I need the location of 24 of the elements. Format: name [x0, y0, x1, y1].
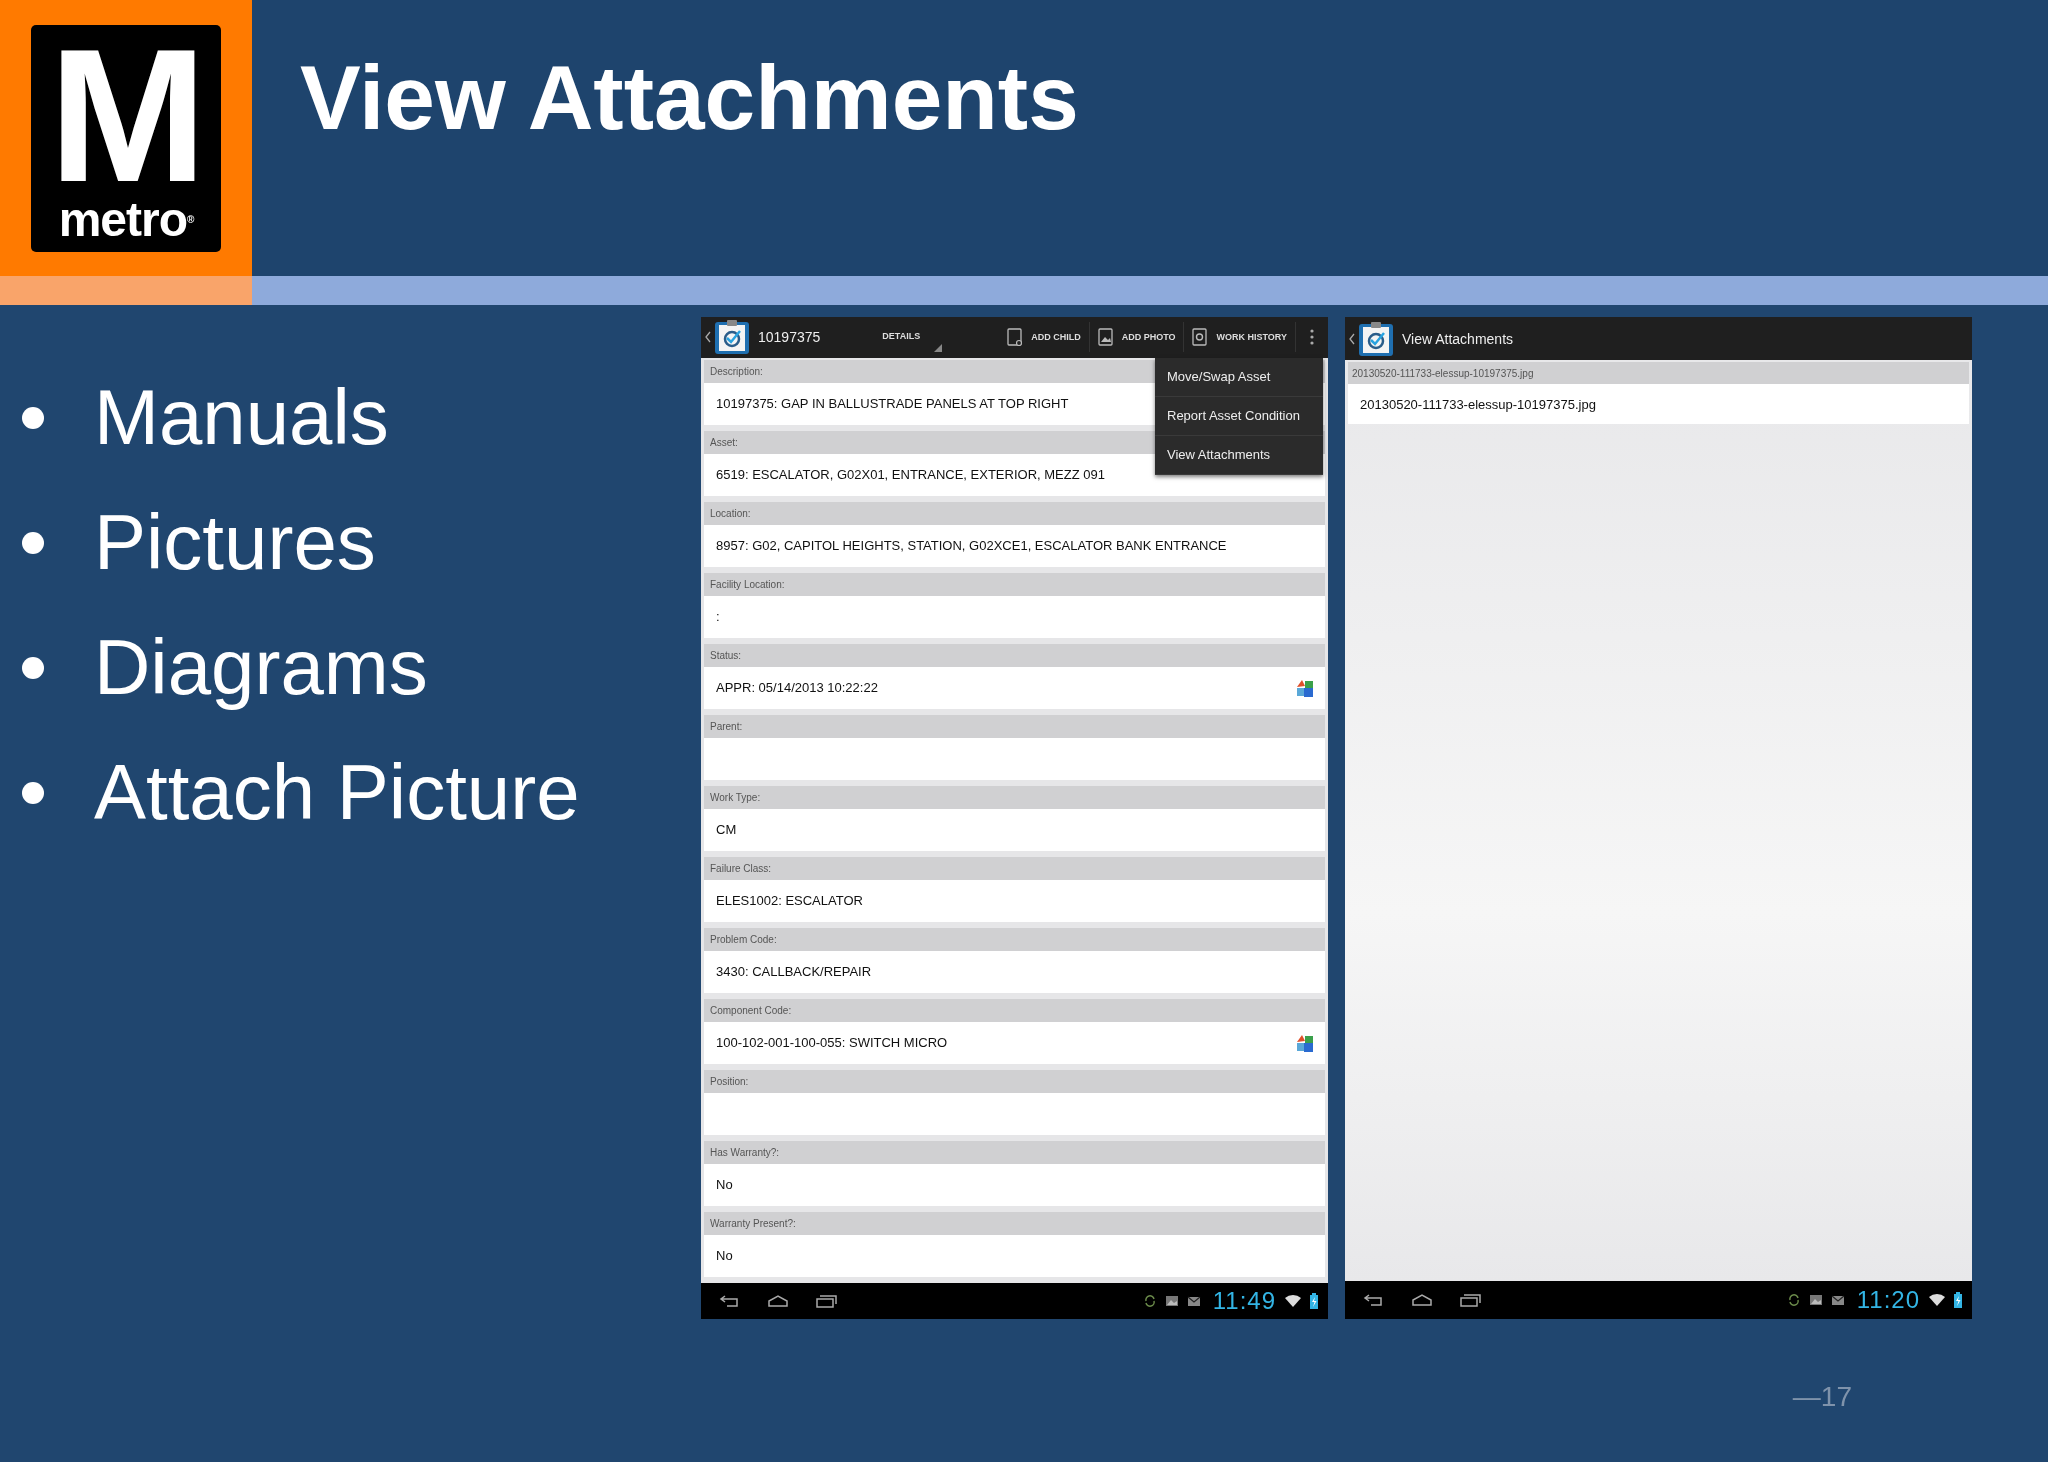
field-label: Work Type:: [710, 791, 761, 803]
list-header-text: 20130520-111733-elessup-10197375.jpg: [1352, 367, 1534, 379]
bullet-text: Pictures: [94, 497, 376, 588]
bullet-text: Attach Picture: [94, 747, 580, 838]
field-label: Status:: [710, 649, 742, 661]
bullet-text: Manuals: [94, 372, 389, 463]
bullet-text: Diagrams: [94, 622, 428, 713]
field-label: Description:: [710, 365, 763, 377]
field-label: Location:: [710, 507, 751, 519]
clock-time: 11:20: [1856, 1286, 1920, 1314]
screen-title: View Attachments: [1402, 330, 1514, 347]
field-label: Asset:: [710, 436, 738, 448]
field-label: Failure Class:: [710, 862, 772, 874]
screen-title: 10197375: [758, 329, 821, 346]
slide-title: View Attachments: [300, 46, 1079, 150]
field-label: Facility Location:: [710, 578, 785, 590]
field-label: Warranty Present?:: [710, 1217, 796, 1229]
field-label: Component Code:: [710, 1004, 792, 1016]
field-label: Parent:: [710, 720, 743, 732]
field-label: Position:: [710, 1075, 749, 1087]
page-number: —17: [1792, 1381, 1852, 1413]
field-label: Has Warranty?:: [710, 1146, 780, 1158]
clock-time: 11:49: [1212, 1286, 1276, 1315]
field-label: Problem Code:: [710, 933, 777, 945]
